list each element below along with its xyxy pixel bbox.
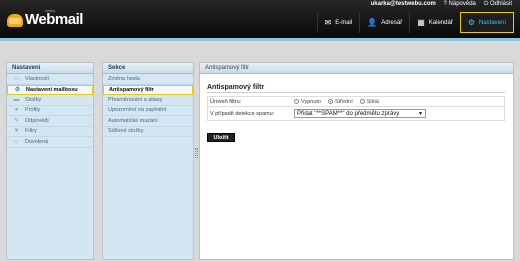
save-button[interactable]: Uložit: [207, 133, 235, 142]
monitor-icon: ▭: [13, 75, 20, 82]
section-item-quota[interactable]: Upozornění na zaplnění: [103, 106, 193, 116]
settings-item-properties[interactable]: ▭ Vlastnosti: [7, 74, 93, 85]
nav-addressbook-label: Adresář: [381, 19, 403, 26]
settings-item-label: Složky: [25, 96, 42, 103]
nav-addressbook[interactable]: 👤 Adresář: [359, 12, 409, 33]
section-item-antispam[interactable]: Antispamový filtr: [103, 84, 193, 95]
sections-list: Změna hesla Antispamový filtr Přesměrová…: [103, 74, 193, 259]
help-link[interactable]: ? Nápověda: [444, 1, 476, 7]
section-item-shared[interactable]: Sdílené složky: [103, 127, 193, 137]
user-email: ukarka@testwebu.com: [370, 1, 436, 7]
envelope-logo-icon: [7, 14, 23, 27]
section-item-label: Změna hesla: [108, 75, 140, 82]
settings-item-responses[interactable]: ✎ Odpovědi: [7, 116, 93, 127]
sections-panel: Sekce Změna hesla Antispamový filtr Přes…: [102, 62, 194, 260]
nav-calendar-label: Kalendář: [428, 19, 453, 26]
radio-dot: [294, 99, 299, 104]
radio-label: Silná: [366, 98, 379, 105]
folder-icon: ▬: [13, 96, 20, 103]
spam-action-label: V případě detekce spamu:: [210, 110, 275, 117]
person-icon: 👤: [367, 17, 378, 27]
antispam-form: Antispamový filtr Úroveň filtru: Vypnuto…: [200, 74, 513, 259]
settings-list: ▭ Vlastnosti ⚙ Nastavení mailboxu ▬ Slož…: [7, 74, 93, 259]
section-item-label: Sdílené složky: [108, 128, 144, 134]
level-medium-radio[interactable]: Střední: [327, 98, 353, 105]
panel-resize-handle[interactable]: [195, 148, 198, 158]
gear-icon: ⚙: [14, 86, 21, 93]
settings-panel: Nastavení ▭ Vlastnosti ⚙ Nastavení mailb…: [6, 62, 94, 260]
logout-link[interactable]: ⏻ Odhlásit: [484, 1, 512, 7]
header-divider: [0, 38, 520, 41]
form-title: Antispamový filtr: [207, 84, 265, 91]
settings-item-vacation[interactable]: ☼ Dovolená: [7, 137, 93, 148]
calendar-icon: ▦: [417, 17, 425, 27]
settings-item-label: Nastavení mailboxu: [26, 86, 78, 93]
radio-label: Střední: [334, 98, 353, 105]
spam-action-value: Přidat "**SPAM**" do předmětu zprávy: [297, 111, 400, 117]
section-item-label: Přesměrování a aliasy: [108, 96, 163, 103]
settings-item-mailbox[interactable]: ⚙ Nastavení mailboxu: [7, 84, 93, 95]
level-off-radio[interactable]: Vypnuto: [294, 99, 321, 105]
person-icon: ●: [14, 107, 19, 114]
nav-settings[interactable]: ⚙ Nastavení: [459, 12, 514, 33]
content-panel-title: Antispamový filtr: [200, 63, 513, 74]
radio-dot: [359, 99, 365, 104]
header: Webmail cesky ukarka@testwebu.com ? Nápo…: [0, 0, 520, 38]
level-strong-radio[interactable]: Silná: [359, 98, 379, 105]
nav-calendar[interactable]: ▦ Kalendář: [409, 12, 460, 33]
section-item-forwarding[interactable]: Přesměrování a aliasy: [103, 95, 193, 106]
envelope-icon: ✉: [324, 17, 332, 27]
settings-item-filters[interactable]: ▼ Filtry: [7, 127, 93, 137]
content-panel: Antispamový filtr Antispamový filtr Úrov…: [199, 62, 514, 260]
reply-icon: ✎: [13, 117, 20, 124]
settings-item-label: Dovolená: [25, 138, 49, 145]
settings-item-folders[interactable]: ▬ Složky: [7, 95, 93, 106]
settings-panel-title: Nastavení: [7, 63, 93, 74]
form-title-divider: [207, 92, 505, 93]
settings-item-label: Filtry: [25, 128, 37, 134]
section-item-label: Antispamový filtr: [109, 86, 154, 93]
settings-item-profiles[interactable]: ● Profily: [7, 106, 93, 116]
settings-item-label: Vlastnosti: [25, 75, 49, 82]
radio-label: Vypnuto: [301, 98, 321, 105]
chevron-down-icon: ▼: [418, 111, 423, 117]
nav-settings-label: Nastavení: [478, 19, 506, 26]
user-bar: ukarka@testwebu.com ? Nápověda ⏻ Odhlási…: [365, 1, 512, 8]
logo-text: Webmail: [25, 11, 83, 28]
filter-icon: ▼: [13, 128, 20, 135]
vacation-icon: ☼: [13, 138, 20, 145]
settings-item-label: Profily: [25, 107, 41, 113]
filter-level-row: Úroveň filtru: Vypnuto Střední Silná: [207, 96, 505, 107]
spam-action-select[interactable]: Přidat "**SPAM**" do předmětu zprávy ▼: [294, 109, 426, 118]
section-item-autodelete[interactable]: Automatické mazání: [103, 116, 193, 127]
gear-icon: ⚙: [467, 17, 475, 27]
filter-level-label: Úroveň filtru:: [210, 98, 242, 105]
nav-email-label: E-mail: [335, 19, 353, 26]
section-item-label: Upozornění na zaplnění: [108, 107, 167, 113]
section-item-password[interactable]: Změna hesla: [103, 74, 193, 85]
section-item-label: Automatické mazání: [108, 117, 158, 124]
settings-item-label: Odpovědi: [25, 117, 49, 124]
nav-email[interactable]: ✉ E-mail: [316, 12, 360, 33]
sections-panel-title: Sekce: [103, 63, 193, 74]
spam-action-row: V případě detekce spamu: Přidat "**SPAM*…: [207, 107, 505, 121]
main-nav: ✉ E-mail 👤 Adresář ▦ Kalendář ⚙ Nastaven…: [316, 12, 514, 33]
logo-small-text: cesky: [45, 8, 56, 13]
radio-dot: [327, 99, 333, 104]
